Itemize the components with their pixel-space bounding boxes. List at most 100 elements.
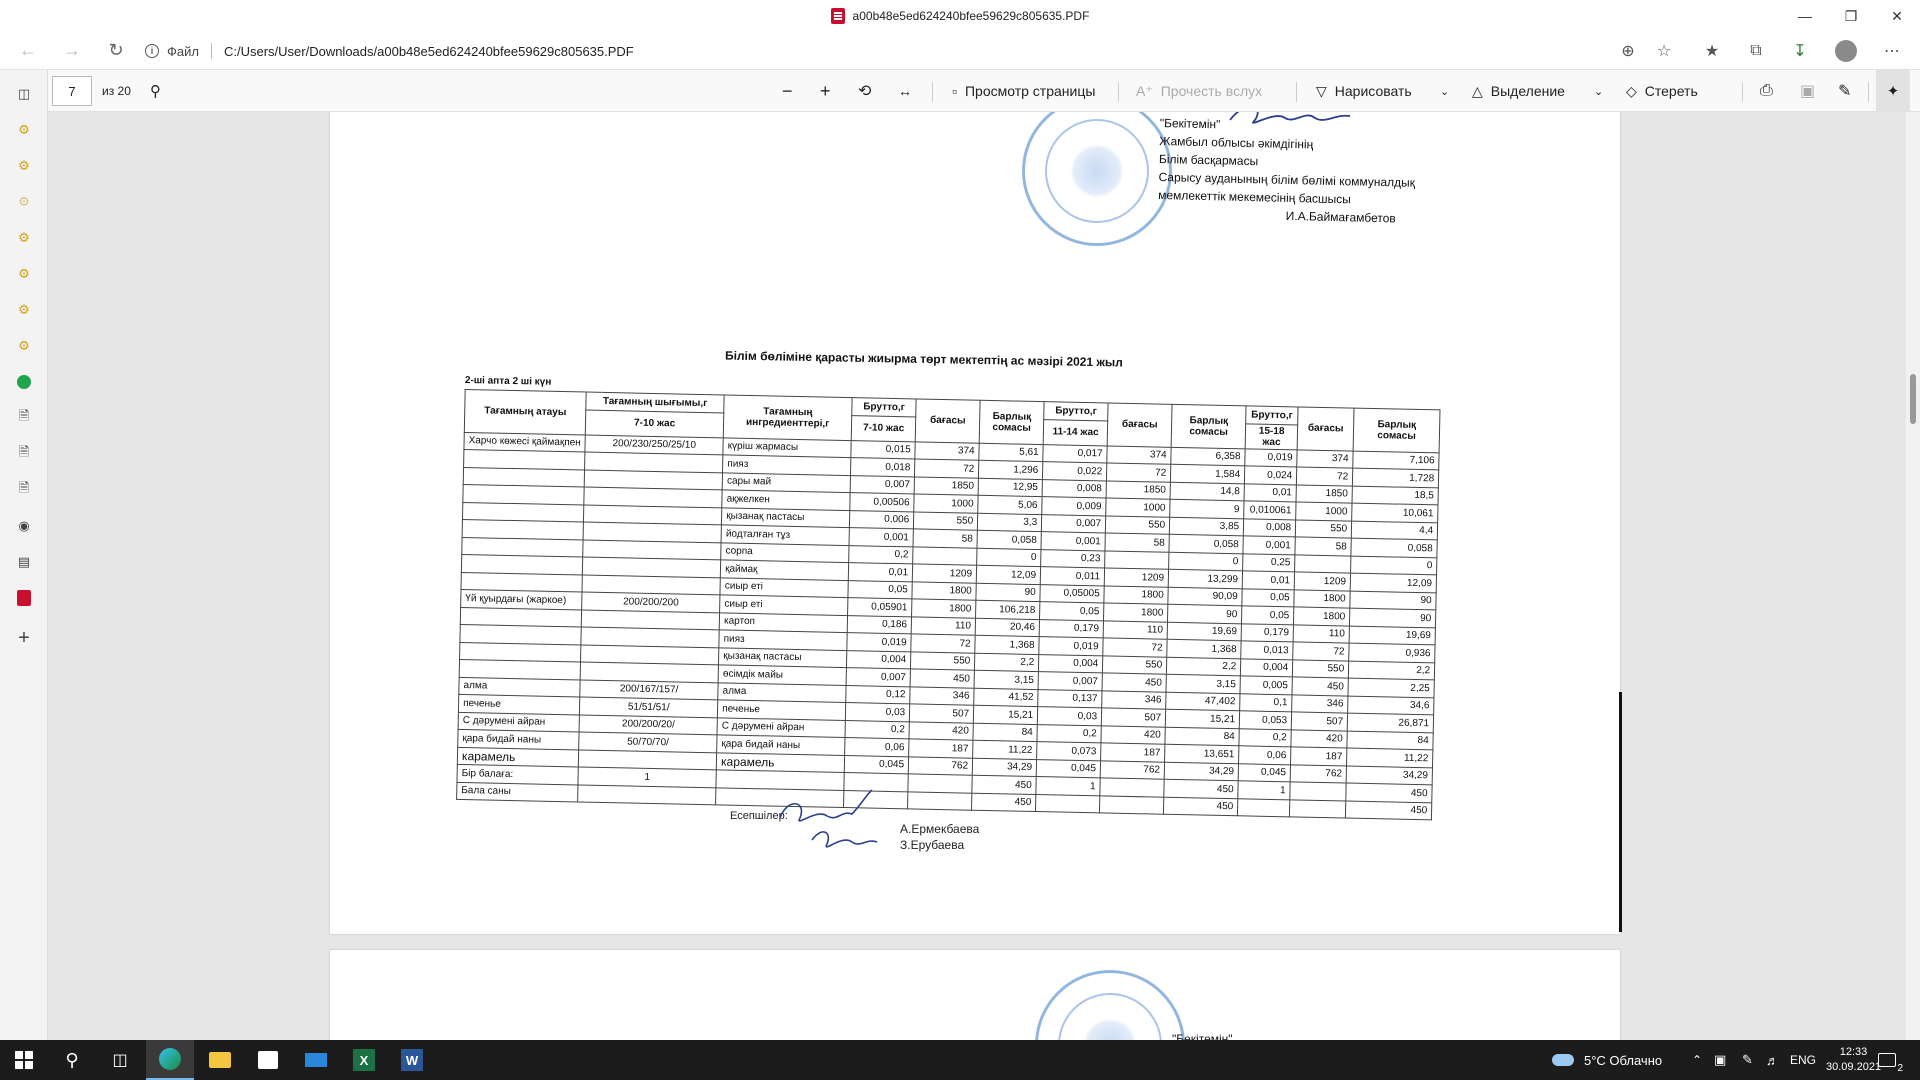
table-cell: 0,058 (1351, 538, 1438, 558)
document-icon-3[interactable]: 🗎 (14, 480, 34, 500)
draw-options-chevron-icon[interactable]: ⌄ (1440, 70, 1449, 112)
scrollbar-thumb[interactable] (1910, 374, 1916, 424)
start-button[interactable] (0, 1040, 48, 1080)
table-cell: 58 (913, 528, 978, 548)
table-cell: 550 (1292, 659, 1349, 679)
vertical-scrollbar[interactable] (1906, 112, 1920, 1040)
edge-app-icon[interactable] (146, 1040, 194, 1080)
table-cell: 90 (1349, 590, 1437, 610)
table-cell: 0,004 (1038, 654, 1103, 673)
pin-toolbar-icon[interactable]: ✦ (1876, 70, 1910, 112)
page-view-button[interactable]: ▫ Просмотр страницы (952, 70, 1095, 112)
table-cell: 0,007 (850, 475, 915, 494)
table-cell (1099, 795, 1164, 815)
table-cell: 41,52 (973, 687, 1039, 707)
highlight-options-chevron-icon[interactable]: ⌄ (1594, 70, 1603, 112)
app-icon-7[interactable]: ⚙ (14, 336, 34, 356)
table-cell: 0,001 (849, 527, 914, 547)
input-language[interactable]: ENG (1790, 1040, 1816, 1080)
file-explorer-icon[interactable] (196, 1040, 244, 1080)
table-cell: 187 (1100, 742, 1166, 762)
save-as-icon[interactable]: ✎ (1838, 70, 1851, 112)
table-cell: 0,06 (844, 737, 910, 757)
more-menu-icon[interactable]: ⋯ (1874, 32, 1910, 70)
close-button[interactable]: ✕ (1874, 0, 1920, 32)
pen-icon[interactable]: ✎ (1742, 1040, 1753, 1080)
pdf-page: "Бекітемін" Жамбыл облысы әкімдігінің Бі… (330, 112, 1622, 934)
minimize-button[interactable]: — (1782, 0, 1828, 32)
windows-logo-icon (15, 1051, 33, 1069)
read-aloud-button[interactable]: A⁺ Прочесть вслух (1136, 70, 1262, 112)
table-cell: 4,4 (1351, 520, 1438, 540)
globe-icon[interactable]: ◉ (14, 516, 34, 536)
excel-icon[interactable]: X (340, 1040, 388, 1080)
downloads-icon[interactable]: ↧ (1782, 32, 1818, 70)
calendar-icon[interactable]: ▤ (14, 552, 34, 572)
app-icon-2[interactable]: ⚙ (14, 156, 34, 176)
add-tab-icon[interactable]: + (14, 627, 34, 649)
profile-avatar[interactable] (1828, 32, 1864, 70)
app-icon-1[interactable]: ⚙ (14, 120, 34, 140)
table-cell: 2,2 (1348, 660, 1435, 680)
pdf-tab-icon[interactable] (14, 588, 34, 608)
document-icon-1[interactable]: 🗎 (14, 408, 34, 428)
store-icon[interactable] (244, 1040, 292, 1080)
zoom-in-icon[interactable]: + (820, 70, 831, 112)
pdf-viewer[interactable]: "Бекітемін" Жамбыл облысы әкімдігінің Бі… (48, 112, 1906, 1040)
forward-button[interactable]: → (52, 32, 92, 70)
table-cell: 1,368 (974, 635, 1040, 655)
table-cell (577, 784, 717, 805)
header-cell: Барлық сомасы (1171, 404, 1247, 449)
volume-icon[interactable]: ♬ (1766, 1040, 1779, 1080)
network-icon[interactable]: ▣ (1714, 1040, 1726, 1080)
mail-icon[interactable] (292, 1040, 340, 1080)
table-cell: 0,018 (850, 457, 915, 477)
notifications-button[interactable]: 2 (1878, 1040, 1903, 1080)
save-icon[interactable]: ▣ (1800, 70, 1815, 112)
url-field[interactable]: i Файл C:/Users/User/Downloads/a00b48e5e… (145, 36, 1685, 66)
table-cell: 0,03 (1037, 706, 1102, 726)
word-icon[interactable]: W (388, 1040, 436, 1080)
fit-width-icon[interactable]: ↔ (898, 70, 912, 112)
table-cell: 0,017 (1042, 444, 1108, 463)
zoom-icon[interactable]: ⊕ (1610, 32, 1646, 70)
url-text[interactable]: C:/Users/User/Downloads/a00b48e5ed624240… (224, 44, 634, 59)
collections-icon[interactable]: ⧉ (1738, 32, 1774, 70)
erase-button[interactable]: ◇ Стереть (1626, 70, 1698, 112)
clock[interactable]: 12:33 30.09.2021 (1826, 1040, 1881, 1080)
app-icon-6[interactable]: ⚙ (14, 300, 34, 320)
search-icon[interactable]: ⚲ (150, 70, 161, 112)
app-icon-5[interactable]: ⚙ (14, 264, 34, 284)
favorite-add-icon[interactable]: ☆ (1646, 32, 1682, 70)
search-taskbar-icon[interactable]: ⚲ (48, 1040, 96, 1080)
tray-chevron-icon[interactable]: ⌃ (1692, 1040, 1702, 1080)
table-cell: 1209 (1294, 571, 1351, 591)
document-icon-2[interactable]: 🗎 (14, 444, 34, 464)
approval-block: "Бекітемін" Жамбыл облысы әкімдігінің Бі… (1158, 114, 1417, 228)
table-cell: 420 (1101, 725, 1166, 745)
print-icon[interactable]: ⎙ (1760, 70, 1773, 112)
header-cell: 15-18 жас (1245, 423, 1298, 450)
app-icon-4[interactable]: ⚙ (14, 228, 34, 248)
table-cell: 19,69 (1349, 625, 1436, 645)
favorites-icon[interactable]: ★ (1694, 32, 1730, 70)
zoom-out-icon[interactable]: − (782, 70, 793, 112)
official-seal (1035, 970, 1185, 1040)
table-cell: 0,00506 (849, 492, 915, 512)
rotate-icon[interactable]: ⟲ (858, 70, 871, 112)
back-button[interactable]: ← (8, 32, 48, 70)
tab-actions-icon[interactable]: ◫ (14, 84, 34, 104)
refresh-button[interactable]: ↻ (96, 32, 136, 70)
info-icon[interactable]: i (145, 44, 159, 58)
weather-widget[interactable]: 5°C Облачно (1552, 1040, 1662, 1080)
highlight-button[interactable]: △ Выделение (1472, 70, 1565, 112)
table-cell: 72 (914, 458, 979, 478)
table-cell: 3,85 (1169, 516, 1244, 536)
draw-button[interactable]: ▽ Нарисовать (1316, 70, 1412, 112)
app-icon-3[interactable]: ⚙ (14, 192, 34, 212)
page-number-input[interactable]: 7 (52, 76, 92, 106)
task-view-icon[interactable]: ◫ (96, 1040, 144, 1080)
green-badge-icon[interactable] (14, 372, 34, 392)
table-cell: 2,2 (1166, 656, 1241, 676)
restore-button[interactable]: ❐ (1828, 0, 1874, 32)
